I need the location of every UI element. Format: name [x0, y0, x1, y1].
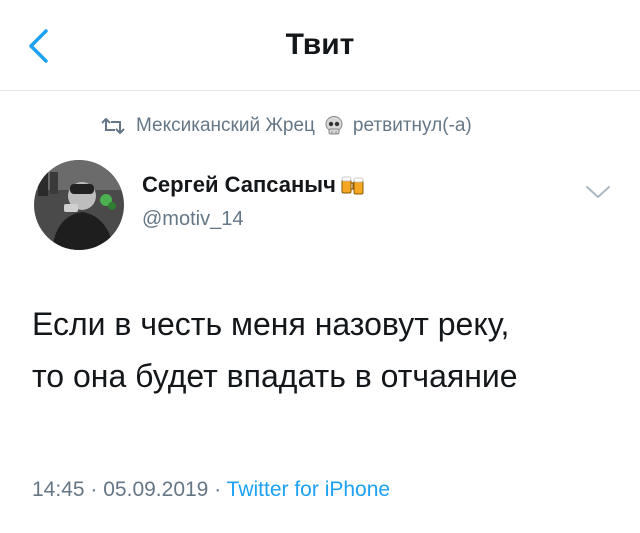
retweet-icon [101, 118, 125, 134]
page-title: Твит [285, 28, 355, 61]
meta-separator: · [214, 478, 222, 501]
chevron-down-icon[interactable] [583, 182, 613, 202]
avatar[interactable] [34, 160, 124, 250]
author-handle[interactable]: @motiv_14 [142, 208, 243, 231]
author-name-text: Сергей Сапсаныч [142, 172, 336, 197]
tweet-body: Если в честь меня назовут реку, то она б… [32, 298, 622, 402]
avatar-photo [34, 160, 124, 250]
beer-mugs-icon [341, 176, 364, 195]
tweet-meta: 14:45 · 05.09.2019 · Twitter for iPhone [32, 478, 390, 502]
tweet-line: то она будет впадать в отчаяние [32, 358, 518, 394]
author-display-name[interactable]: Сергей Сапсаныч [142, 172, 366, 198]
meta-separator: · [90, 478, 98, 501]
retweet-action: ретвитнул(-а) [352, 115, 472, 136]
top-bar: Твит [0, 0, 640, 91]
retweet-user-name[interactable]: Мексиканский Жрец [136, 115, 315, 137]
tweet-source-link[interactable]: Twitter for iPhone [227, 478, 390, 501]
tweet-date: 05.09.2019 [103, 478, 209, 501]
tweet-time: 14:45 [32, 478, 85, 501]
retweet-context[interactable]: Мексиканский Жрец ретвитнул(-а) [100, 111, 472, 141]
tweet-line: Если в честь меня назовут реку, [32, 306, 510, 342]
skull-icon [325, 116, 343, 135]
